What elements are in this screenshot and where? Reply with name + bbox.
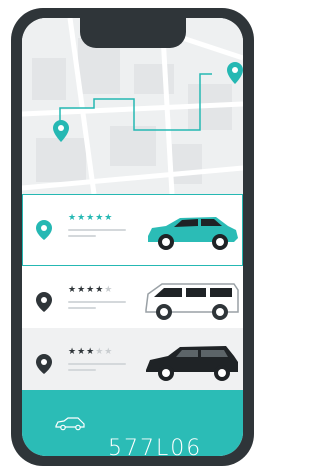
text-line-placeholder bbox=[68, 229, 126, 231]
location-pin-icon bbox=[36, 292, 52, 312]
rating-stars: ★★★★★ bbox=[68, 284, 114, 294]
rating-stars: ★★★★★ bbox=[68, 212, 114, 222]
location-pin-icon bbox=[36, 220, 52, 240]
ride-option-2[interactable]: ★★★★★ bbox=[22, 266, 243, 328]
phone-notch bbox=[80, 18, 186, 48]
text-line-placeholder bbox=[68, 301, 126, 303]
van-icon bbox=[145, 283, 239, 320]
text-line-placeholder bbox=[68, 363, 126, 365]
ride-option-1[interactable]: ★★★★★ bbox=[22, 194, 243, 266]
location-pin-icon bbox=[36, 354, 52, 374]
text-line-placeholder bbox=[68, 369, 96, 371]
app-screen: ★★★★★ ★★★★★ ★★★★★ 577L06 bbox=[22, 18, 243, 456]
price-text: 577L06 bbox=[108, 436, 203, 456]
ride-option-3[interactable]: ★★★★★ bbox=[22, 328, 243, 390]
suv-icon bbox=[146, 346, 238, 381]
price-footer[interactable]: 577L06 bbox=[22, 390, 243, 456]
rating-stars: ★★★★★ bbox=[68, 346, 114, 356]
text-line-placeholder bbox=[68, 307, 96, 309]
text-line-placeholder bbox=[68, 235, 96, 237]
phone-frame: ★★★★★ ★★★★★ ★★★★★ 577L06 bbox=[11, 8, 254, 466]
car-outline-icon bbox=[55, 417, 85, 431]
suv-icon bbox=[148, 217, 238, 250]
